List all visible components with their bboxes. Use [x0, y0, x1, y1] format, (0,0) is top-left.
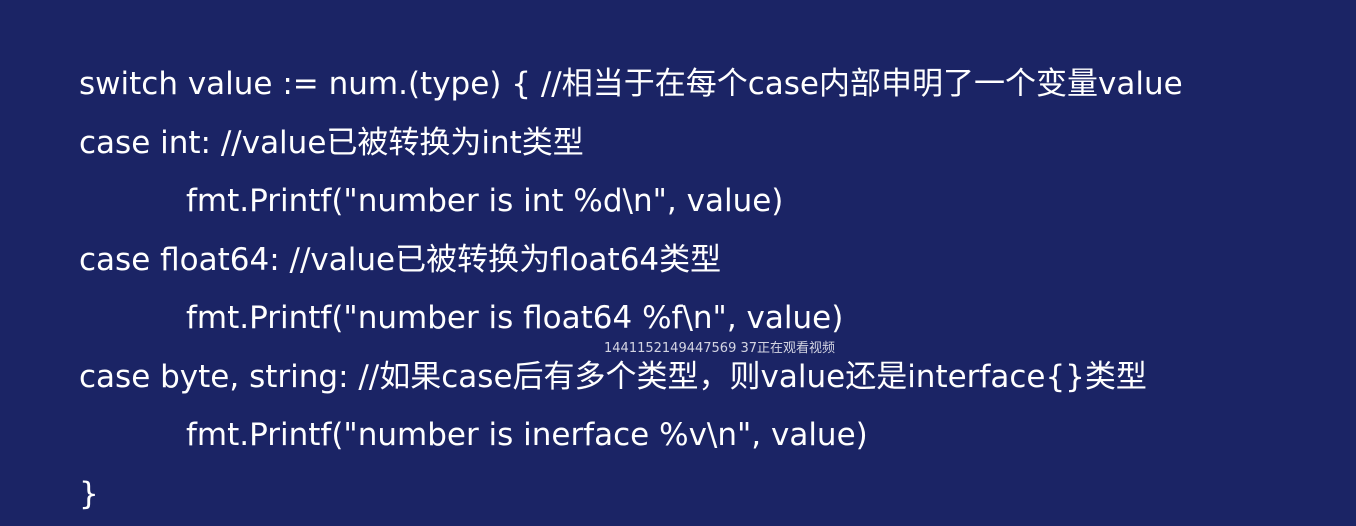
code-line-switch: switch value := num.(type) { //相当于在每个cas…: [79, 66, 1183, 102]
code-line-printf-interface: fmt.Printf("number is inerface %v\n", va…: [186, 417, 868, 453]
code-line-printf-int: fmt.Printf("number is int %d\n", value): [186, 183, 784, 219]
code-line-case-float64: case float64: //value已被转换为float64类型: [79, 242, 722, 278]
code-line-case-int: case int: //value已被转换为int类型: [79, 125, 584, 161]
code-line-printf-float64: fmt.Printf("number is float64 %f\n", val…: [186, 300, 844, 336]
code-line-closing-brace: }: [79, 476, 99, 512]
code-line-case-byte-string: case byte, string: //如果case后有多个类型，则value…: [79, 359, 1147, 395]
viewer-watermark: 1441152149447569 37正在观看视频: [604, 341, 836, 356]
code-slide: switch value := num.(type) { //相当于在每个cas…: [0, 0, 1356, 526]
